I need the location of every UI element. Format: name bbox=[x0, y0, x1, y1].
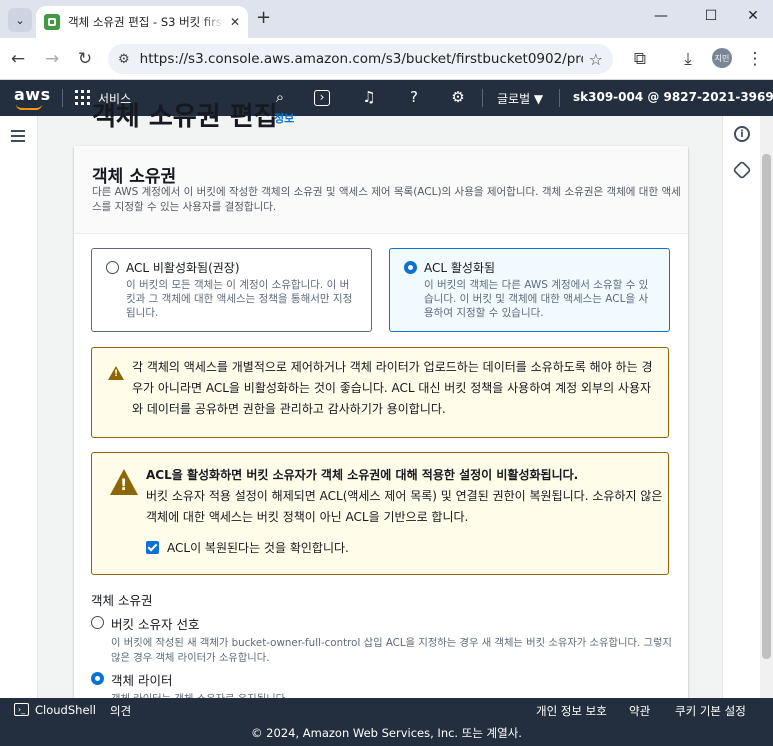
maximize-icon[interactable]: ☐ bbox=[701, 8, 721, 24]
browser-tab[interactable]: 객체 소유권 편집 - S3 버킷 first ✕ bbox=[36, 6, 248, 38]
window-close-icon[interactable]: ✕ bbox=[743, 8, 763, 24]
acl-enabled-tile[interactable]: ACL 활성화됨 이 버킷의 객체는 다른 AWS 계정에서 소유할 수 있습니… bbox=[389, 248, 670, 332]
aws-logo[interactable]: aws bbox=[14, 85, 51, 104]
new-tab-icon[interactable]: + bbox=[256, 8, 271, 28]
aws-logo-smile-icon bbox=[16, 104, 42, 110]
notifications-bell-icon[interactable]: ♫ bbox=[359, 88, 379, 106]
acl-enabled-radio[interactable] bbox=[404, 261, 417, 274]
panel-title: 객체 소유권 bbox=[92, 167, 177, 187]
left-nav-rail bbox=[0, 116, 38, 698]
acl-disabled-tile[interactable]: ACL 비활성화됨(권장) 이 버킷의 모든 객체는 이 계정이 소유합니다. … bbox=[91, 248, 372, 332]
help-icon[interactable]: ? bbox=[404, 88, 424, 106]
bucket-owner-preferred-radio[interactable] bbox=[91, 616, 104, 629]
alert-title: ACL을 활성화하면 버킷 소유자가 객체 소유권에 대해 적용한 설정이 비활… bbox=[146, 468, 579, 482]
feedback-link[interactable]: 의견 bbox=[110, 703, 131, 719]
account-menu[interactable]: sk309-004 @ 9827-2021-3969 ▼ bbox=[573, 90, 773, 104]
terms-link[interactable]: 약관 bbox=[629, 703, 650, 719]
acl-restore-checkbox[interactable] bbox=[146, 541, 159, 554]
option-description: 이 버킷에 작성된 새 객체가 bucket-owner-full-contro… bbox=[111, 637, 672, 664]
bucket-owner-preferred-option[interactable]: 버킷 소유자 선호 이 버킷에 작성된 새 객체가 bucket-owner-f… bbox=[91, 614, 681, 665]
object-ownership-panel: 객체 소유권 다른 AWS 계정에서 이 버킷에 작성한 객체의 소유권 및 액… bbox=[74, 146, 688, 706]
option-title: 객체 라이터 bbox=[111, 673, 173, 688]
right-tools-rail: i bbox=[722, 116, 760, 698]
services-grid-icon[interactable] bbox=[75, 90, 90, 105]
nav-divider bbox=[559, 89, 560, 107]
copyright-text: © 2024, Amazon Web Services, Inc. 또는 계열사… bbox=[251, 726, 522, 740]
warning-icon bbox=[110, 469, 138, 495]
page-scrollbar[interactable] bbox=[760, 116, 773, 698]
minimize-icon[interactable]: — bbox=[651, 8, 671, 24]
s3-favicon-icon bbox=[44, 14, 60, 30]
tile-description: 이 버킷의 객체는 다른 AWS 계정에서 소유할 수 있습니다. 이 버킷 및… bbox=[424, 279, 649, 319]
region-selector[interactable]: 글로벌 ▼ bbox=[497, 90, 543, 107]
browser-toolbar: ← → ↻ ⚙ https://s3.console.aws.amazon.co… bbox=[0, 38, 773, 80]
object-writer-radio[interactable] bbox=[91, 672, 104, 685]
alert-body: ACL을 활성화하면 버킷 소유자가 객체 소유권에 대해 적용한 설정이 비활… bbox=[146, 465, 666, 528]
browser-tab-bar: ⌄ 객체 소유권 편집 - S3 버킷 first ✕ + — ☐ ✕ bbox=[0, 0, 773, 38]
option-title: 버킷 소유자 선호 bbox=[111, 617, 200, 632]
panel-header: 객체 소유권 다른 AWS 계정에서 이 버킷에 작성한 객체의 소유권 및 액… bbox=[74, 146, 688, 234]
tab-search-icon[interactable]: ⌄ bbox=[8, 8, 32, 32]
acl-restore-confirm[interactable]: ACL이 복원된다는 것을 확인합니다. bbox=[146, 539, 349, 556]
address-bar[interactable]: ⚙ https://s3.console.aws.amazon.com/s3/b… bbox=[108, 44, 613, 74]
site-info-icon[interactable]: ⚙ bbox=[118, 52, 130, 67]
tab-title: 객체 소유권 편집 - S3 버킷 first bbox=[68, 15, 224, 29]
acl-disabled-radio[interactable] bbox=[106, 261, 119, 274]
alert-text: 버킷 소유자 적용 설정이 해제되면 ACL(액세스 제어 목록) 및 연결된 … bbox=[146, 489, 663, 524]
tile-description: 이 버킷의 모든 객체는 이 계정이 소유합니다. 이 버킷과 그 객체에 대한… bbox=[126, 279, 353, 319]
info-panel-icon[interactable]: i bbox=[734, 126, 750, 142]
object-ownership-label: 객체 소유권 bbox=[91, 593, 153, 608]
checkbox-label: ACL이 복원된다는 것을 확인합니다. bbox=[167, 541, 349, 555]
tile-title: ACL 활성화됨 bbox=[424, 261, 496, 275]
download-icon[interactable]: ⤓ bbox=[678, 49, 698, 69]
cloudshell-icon[interactable]: ›_ bbox=[14, 703, 29, 716]
cloudshell-icon[interactable]: › bbox=[314, 90, 330, 106]
tab-close-icon[interactable]: ✕ bbox=[230, 15, 240, 29]
nav-divider bbox=[482, 89, 483, 107]
console-footer: ›_ CloudShell 의견 개인 정보 보호 약관 쿠키 기본 설정 © … bbox=[0, 698, 773, 746]
forward-icon[interactable]: → bbox=[42, 49, 62, 69]
back-icon[interactable]: ← bbox=[8, 49, 28, 69]
browser-menu-icon[interactable]: ⋮ bbox=[745, 49, 765, 69]
cloudfront-hexagon-icon[interactable] bbox=[732, 160, 752, 180]
scrollbar-thumb[interactable] bbox=[762, 154, 771, 659]
profile-avatar[interactable]: 지민 bbox=[712, 48, 732, 68]
tile-title: ACL 비활성화됨(권장) bbox=[126, 261, 240, 275]
warning-icon bbox=[108, 366, 124, 380]
privacy-link[interactable]: 개인 정보 보호 bbox=[536, 703, 607, 719]
settings-gear-icon[interactable]: ⚙ bbox=[448, 88, 468, 106]
cookie-preferences-link[interactable]: 쿠키 기본 설정 bbox=[675, 703, 746, 719]
alert-text: 각 객체의 액세스를 개별적으로 제어하거나 객체 라이터가 업로드하는 데이터… bbox=[132, 360, 653, 416]
reload-icon[interactable]: ↻ bbox=[75, 49, 95, 69]
url-text: https://s3.console.aws.amazon.com/s3/buc… bbox=[139, 51, 583, 67]
panel-description: 다른 AWS 계정에서 이 버킷에 작성한 객체의 소유권 및 액세스 제어 목… bbox=[92, 186, 681, 213]
cloudshell-link[interactable]: CloudShell bbox=[35, 703, 96, 717]
acl-recommendation-alert: 각 객체의 액세스를 개별적으로 제어하거나 객체 라이터가 업로드하는 데이터… bbox=[91, 347, 669, 438]
page-title: 객체 소유권 편집 bbox=[92, 102, 278, 132]
bookmark-star-icon[interactable]: ☆ bbox=[589, 50, 603, 69]
info-link[interactable]: 정보 bbox=[274, 110, 294, 126]
acl-enable-warning-alert: ACL을 활성화하면 버킷 소유자가 객체 소유권에 대해 적용한 설정이 비활… bbox=[91, 452, 669, 575]
hamburger-menu-icon[interactable] bbox=[11, 130, 25, 142]
extensions-icon[interactable]: ⧉ bbox=[630, 49, 650, 69]
nav-divider bbox=[62, 89, 63, 107]
